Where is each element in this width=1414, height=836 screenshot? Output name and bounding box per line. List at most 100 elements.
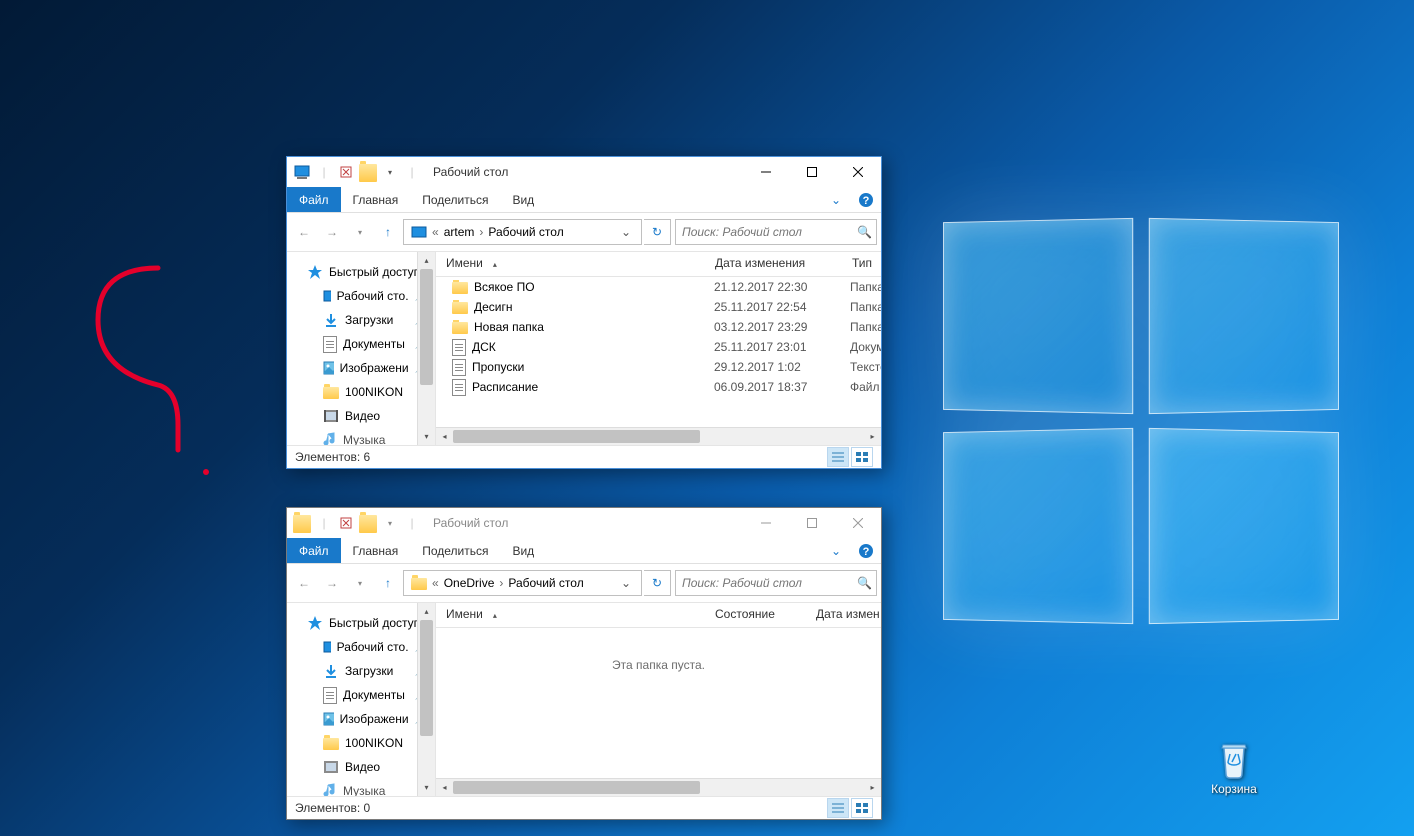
search-icon[interactable]: 🔍 bbox=[857, 576, 872, 590]
view-details-button[interactable] bbox=[827, 447, 849, 467]
search-icon[interactable]: 🔍 bbox=[857, 225, 872, 239]
nav-documents[interactable]: Документы📌 bbox=[287, 332, 435, 356]
close-button[interactable] bbox=[835, 508, 881, 538]
tab-file[interactable]: Файл bbox=[287, 187, 341, 212]
nav-100nikon[interactable]: 100NIKON bbox=[287, 731, 435, 755]
ribbon-expand-icon[interactable]: ⌄ bbox=[821, 187, 851, 212]
tab-view[interactable]: Вид bbox=[500, 538, 546, 563]
breadcrumb[interactable]: « artem › Рабочий стол ⌄ bbox=[403, 219, 642, 245]
col-name[interactable]: Имени bbox=[436, 252, 705, 276]
minimize-button[interactable] bbox=[743, 508, 789, 538]
refresh-button[interactable]: ↻ bbox=[644, 219, 671, 245]
maximize-button[interactable] bbox=[789, 157, 835, 187]
nav-100nikon[interactable]: 100NIKON bbox=[287, 380, 435, 404]
file-row[interactable]: ДСК25.11.2017 23:01Докуме bbox=[436, 337, 881, 357]
recent-chevron-icon[interactable]: ▾ bbox=[347, 570, 373, 596]
horizontal-scrollbar[interactable]: ◂▸ bbox=[436, 427, 881, 445]
tab-home[interactable]: Главная bbox=[341, 187, 411, 212]
view-details-button[interactable] bbox=[827, 798, 849, 818]
qat-dropdown-icon[interactable]: ▾ bbox=[381, 163, 399, 181]
nav-pictures[interactable]: Изображени📌 bbox=[287, 707, 435, 731]
breadcrumb-dropdown-icon[interactable]: ⌄ bbox=[615, 576, 637, 590]
back-button[interactable]: ← bbox=[291, 219, 317, 245]
col-type[interactable]: Тип bbox=[842, 252, 881, 276]
col-date[interactable]: Дата изменени bbox=[806, 603, 881, 627]
help-icon[interactable]: ? bbox=[851, 187, 881, 212]
nav-documents[interactable]: Документы📌 bbox=[287, 683, 435, 707]
col-state[interactable]: Состояние bbox=[705, 603, 806, 627]
back-button[interactable]: ← bbox=[291, 570, 317, 596]
window-title: Рабочий стол bbox=[427, 516, 743, 530]
nav-scrollbar[interactable]: ▴▾ bbox=[417, 252, 435, 445]
maximize-button[interactable] bbox=[789, 508, 835, 538]
titlebar[interactable]: | ▾ | Рабочий стол bbox=[287, 157, 881, 187]
search-input[interactable] bbox=[680, 575, 857, 591]
breadcrumb-seg-desktop[interactable]: Рабочий стол bbox=[485, 225, 566, 239]
recycle-bin-label: Корзина bbox=[1194, 782, 1274, 796]
qat-folder-icon[interactable] bbox=[359, 514, 377, 532]
qat-dropdown-icon[interactable]: ▾ bbox=[381, 514, 399, 532]
search-input[interactable] bbox=[680, 224, 857, 240]
view-icons-button[interactable] bbox=[851, 798, 873, 818]
qat-folder-icon[interactable] bbox=[359, 163, 377, 181]
nav-scrollbar[interactable]: ▴▾ bbox=[417, 603, 435, 796]
nav-desktop[interactable]: Рабочий сто.📌 bbox=[287, 284, 435, 308]
nav-desktop[interactable]: Рабочий сто.📌 bbox=[287, 635, 435, 659]
search-box[interactable]: 🔍 bbox=[675, 219, 877, 245]
navigation-pane[interactable]: Быстрый доступ Рабочий сто.📌 Загрузки📌 Д… bbox=[287, 603, 436, 796]
nav-downloads[interactable]: Загрузки📌 bbox=[287, 308, 435, 332]
nav-video[interactable]: Видео bbox=[287, 404, 435, 428]
minimize-button[interactable] bbox=[743, 157, 789, 187]
file-list[interactable]: Имени Дата изменения Тип Всякое ПО21.12.… bbox=[436, 252, 881, 445]
file-row[interactable]: Пропуски29.12.2017 1:02Тексто bbox=[436, 357, 881, 377]
recent-chevron-icon[interactable]: ▾ bbox=[347, 219, 373, 245]
tab-share[interactable]: Поделиться bbox=[410, 187, 500, 212]
nav-video[interactable]: Видео bbox=[287, 755, 435, 779]
file-row[interactable]: Десигн25.11.2017 22:54Папка bbox=[436, 297, 881, 317]
search-box[interactable]: 🔍 bbox=[675, 570, 877, 596]
ribbon-expand-icon[interactable]: ⌄ bbox=[821, 538, 851, 563]
file-row[interactable]: Всякое ПО21.12.2017 22:30Папка bbox=[436, 277, 881, 297]
tab-share[interactable]: Поделиться bbox=[410, 538, 500, 563]
nav-music[interactable]: Музыка bbox=[287, 428, 435, 445]
nav-quick-access[interactable]: Быстрый доступ bbox=[287, 260, 435, 284]
forward-button[interactable]: → bbox=[319, 219, 345, 245]
desktop[interactable]: Корзина | ▾ | Рабочий стол Файл Главная … bbox=[0, 0, 1414, 836]
status-bar: Элементов: 6 bbox=[287, 445, 881, 468]
explorer-window-1[interactable]: | ▾ | Рабочий стол Файл Главная Поделить… bbox=[286, 156, 882, 469]
nav-music[interactable]: Музыка bbox=[287, 779, 435, 796]
breadcrumb-seg-desktop[interactable]: Рабочий стол bbox=[505, 576, 586, 590]
recycle-bin[interactable]: Корзина bbox=[1194, 734, 1274, 796]
horizontal-scrollbar[interactable]: ◂▸ bbox=[436, 778, 881, 796]
qat-properties-icon[interactable] bbox=[337, 514, 355, 532]
tab-file[interactable]: Файл bbox=[287, 538, 341, 563]
file-row[interactable]: Новая папка03.12.2017 23:29Папка bbox=[436, 317, 881, 337]
titlebar[interactable]: | ▾ | Рабочий стол bbox=[287, 508, 881, 538]
forward-button[interactable]: → bbox=[319, 570, 345, 596]
nav-pictures[interactable]: Изображени📌 bbox=[287, 356, 435, 380]
up-button[interactable]: ↑ bbox=[375, 570, 401, 596]
refresh-button[interactable]: ↻ bbox=[644, 570, 671, 596]
close-button[interactable] bbox=[835, 157, 881, 187]
chevron-right-icon[interactable]: › bbox=[497, 576, 505, 590]
tab-view[interactable]: Вид bbox=[500, 187, 546, 212]
breadcrumb-seg-artem[interactable]: artem bbox=[441, 225, 478, 239]
col-name[interactable]: Имени bbox=[436, 603, 705, 627]
breadcrumb[interactable]: « OneDrive › Рабочий стол ⌄ bbox=[403, 570, 642, 596]
tab-home[interactable]: Главная bbox=[341, 538, 411, 563]
explorer-window-2[interactable]: | ▾ | Рабочий стол Файл Главная Поделить… bbox=[286, 507, 882, 820]
chevron-right-icon[interactable]: › bbox=[477, 225, 485, 239]
breadcrumb-dropdown-icon[interactable]: ⌄ bbox=[615, 225, 637, 239]
nav-downloads[interactable]: Загрузки📌 bbox=[287, 659, 435, 683]
help-icon[interactable]: ? bbox=[851, 538, 881, 563]
up-button[interactable]: ↑ bbox=[375, 219, 401, 245]
file-list[interactable]: Имени Состояние Дата изменени Эта папка … bbox=[436, 603, 881, 796]
nav-quick-access[interactable]: Быстрый доступ bbox=[287, 611, 435, 635]
breadcrumb-seg-onedrive[interactable]: OneDrive bbox=[441, 576, 498, 590]
navigation-pane[interactable]: Быстрый доступ Рабочий сто.📌 Загрузки📌 Д… bbox=[287, 252, 436, 445]
view-icons-button[interactable] bbox=[851, 447, 873, 467]
qat-properties-icon[interactable] bbox=[337, 163, 355, 181]
ribbon-tabs: Файл Главная Поделиться Вид ⌄ ? bbox=[287, 187, 881, 213]
file-row[interactable]: Расписание06.09.2017 18:37Файл " bbox=[436, 377, 881, 397]
col-date[interactable]: Дата изменения bbox=[705, 252, 842, 276]
